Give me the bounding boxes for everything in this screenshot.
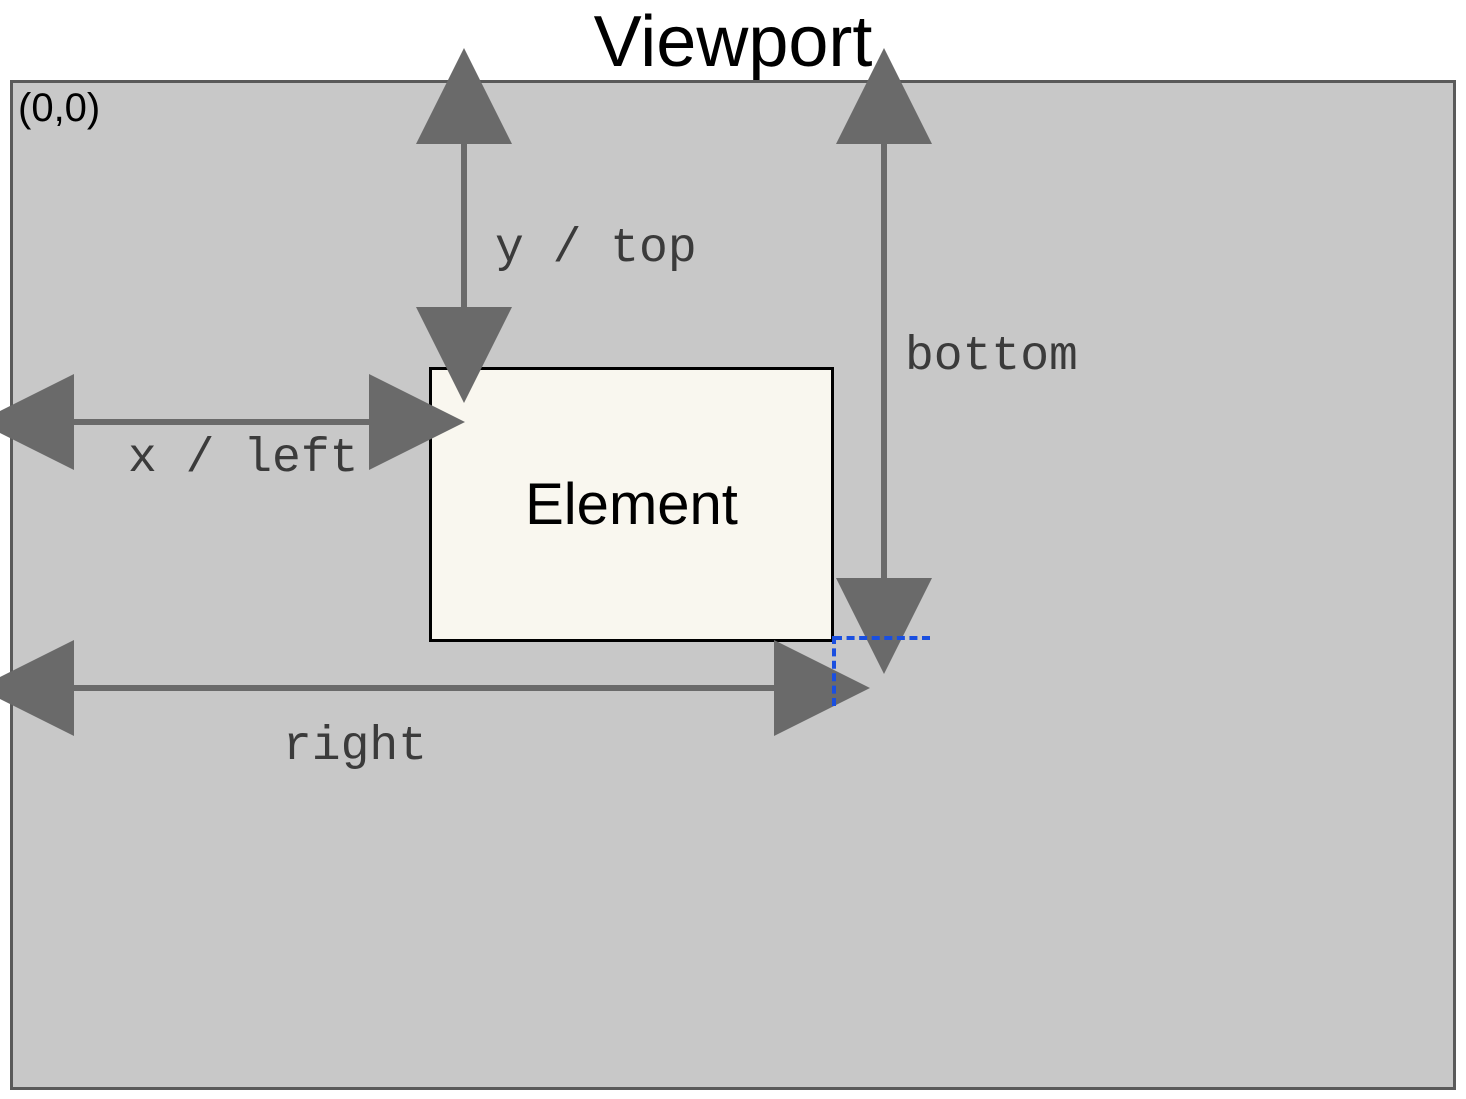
arrow-y-top bbox=[444, 84, 484, 367]
label-right: right bbox=[283, 720, 427, 774]
label-bottom: bottom bbox=[905, 330, 1078, 384]
origin-label: (0,0) bbox=[18, 86, 100, 131]
guide-dash-horizontal bbox=[834, 636, 930, 640]
element-label: Element bbox=[525, 471, 738, 538]
arrow-bottom bbox=[864, 84, 904, 638]
label-y-top: y / top bbox=[495, 222, 697, 276]
label-x-left: x / left bbox=[128, 432, 358, 486]
diagram-title: Viewport bbox=[0, 0, 1466, 85]
element-box: Element bbox=[429, 367, 834, 642]
guide-dash-vertical bbox=[832, 636, 836, 706]
arrow-right bbox=[14, 668, 834, 708]
